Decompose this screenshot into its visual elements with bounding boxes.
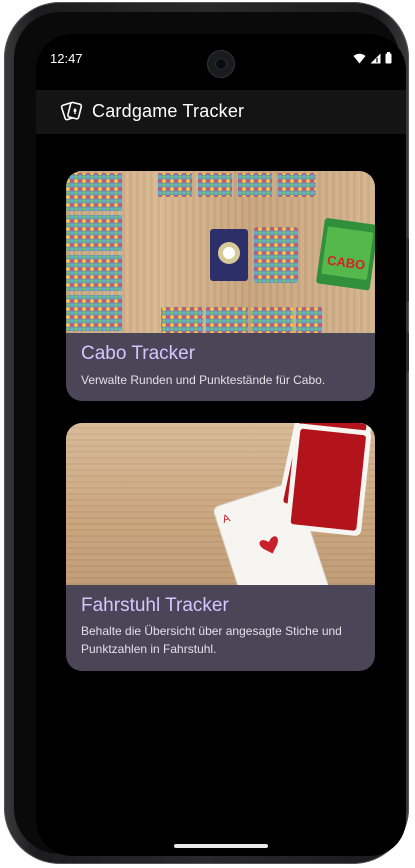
fahrstuhl-card-description: Behalte die Übersicht über angesagte Sti… [81, 624, 342, 656]
screen: 12:47 Cardgame Tracker CABO Cabo Tracker… [36, 34, 406, 856]
wifi-icon [353, 53, 366, 63]
home-indicator[interactable] [174, 844, 268, 848]
cabo-tracker-card[interactable]: CABO Cabo Tracker Verwalte Runden und Pu… [66, 171, 375, 401]
cabo-card-title: Cabo Tracker [81, 343, 196, 364]
app-bar: Cardgame Tracker [36, 90, 406, 134]
cabo-card-image: CABO [66, 171, 375, 333]
battery-icon [385, 52, 392, 64]
phone-frame: 12:47 Cardgame Tracker CABO Cabo Tracker… [4, 2, 409, 864]
front-camera [207, 50, 235, 78]
phone-bezel: 12:47 Cardgame Tracker CABO Cabo Tracker… [14, 12, 406, 856]
playing-cards-icon [60, 101, 83, 121]
status-icons [353, 52, 392, 64]
cabo-card-description: Verwalte Runden und Punktestände für Cab… [81, 373, 326, 387]
fahrstuhl-tracker-card[interactable]: A Fahrstuhl Tracker Behalte die Übersich… [66, 423, 375, 671]
cellular-signal-icon [370, 53, 381, 63]
fahrstuhl-card-image: A [66, 423, 375, 585]
fahrstuhl-card-title: Fahrstuhl Tracker [81, 595, 229, 616]
status-time: 12:47 [50, 51, 83, 66]
app-title: Cardgame Tracker [92, 101, 245, 121]
status-bar: 12:47 [36, 34, 406, 78]
